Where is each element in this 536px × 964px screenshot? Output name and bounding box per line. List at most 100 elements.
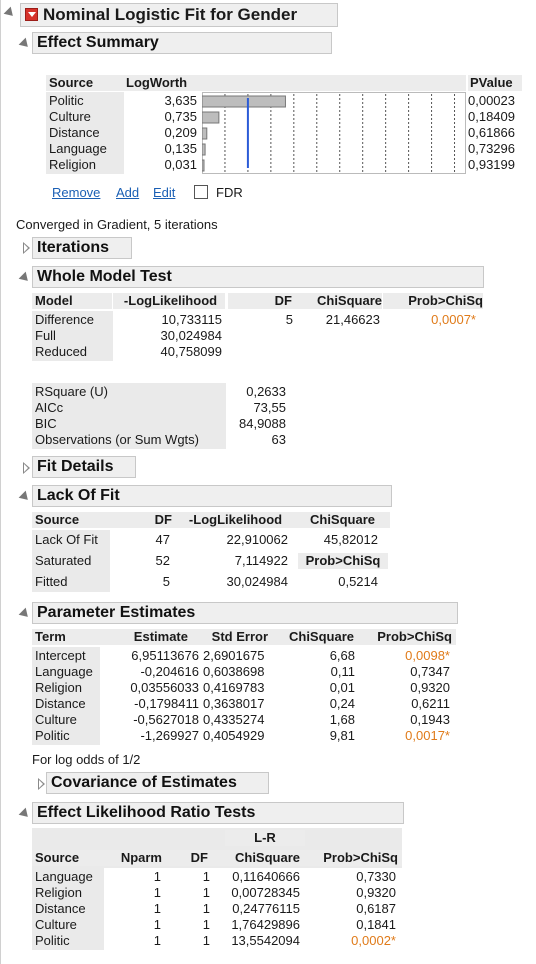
wm-prob: 0,0007* [431, 312, 476, 327]
wm-stat-label: RSquare (U) [35, 384, 108, 399]
lof-loglik: 30,024984 [226, 574, 288, 589]
lr-col-prob: Prob>ChiSq [304, 850, 402, 866]
pe-estimate: 6,95113676 [131, 648, 199, 663]
collapse-icon[interactable] [18, 271, 32, 285]
lof-loglik: 22,910062 [226, 532, 288, 547]
pe-col-term: Term [32, 629, 118, 645]
wm-model-difference: Difference [35, 312, 95, 327]
lof-source-saturated: Saturated [35, 553, 92, 568]
wm-col-df: DF [228, 293, 296, 309]
lr-nparm: 1 [153, 885, 161, 900]
pe-estimate: 0,03556033 [130, 680, 199, 695]
es-pvalue-value: 0,00023 [468, 93, 515, 108]
remove-link[interactable]: Remove [52, 185, 100, 200]
pe-col-prob: Prob>ChiSq [358, 629, 456, 645]
pe-stderr: 0,4169783 [203, 680, 265, 695]
pe-term-politic: Politic [35, 728, 70, 743]
pe-stderr: 2,6901675 [203, 648, 265, 663]
wm-stat-value: 63 [271, 432, 286, 447]
pe-estimate: -0,204616 [140, 664, 199, 679]
es-logworth-value: 0,735 [164, 109, 197, 124]
log-odds-note: For log odds of 1/2 [32, 752, 141, 767]
wm-df: 5 [285, 312, 293, 327]
pe-stderr: 0,4335274 [203, 712, 265, 727]
lr-prob: 0,7330 [356, 869, 396, 884]
pe-stderr: 0,3638017 [203, 696, 265, 711]
lr-nparm: 1 [153, 869, 161, 884]
lr-col-nparm: Nparm [106, 850, 166, 866]
wm-stat-value: 84,9088 [239, 416, 286, 431]
lr-prob: 0,6187 [356, 901, 396, 916]
lr-chisq: 13,5542094 [231, 933, 300, 948]
lof-df: 5 [162, 574, 170, 589]
es-col-bar [202, 75, 466, 91]
lof-loglik: 7,114922 [234, 553, 288, 568]
red-triangle-menu-icon[interactable] [25, 8, 38, 21]
whole-model-header[interactable]: Whole Model Test [32, 266, 484, 288]
lof-chisq: 0,5214 [338, 574, 378, 589]
lr-df: 1 [202, 869, 210, 884]
parameter-estimates-header[interactable]: Parameter Estimates [32, 602, 458, 624]
collapse-icon[interactable] [18, 490, 32, 504]
lack-of-fit-header[interactable]: Lack Of Fit [32, 485, 392, 507]
collapse-icon[interactable] [18, 37, 32, 51]
lr-source-language: Language [35, 869, 93, 884]
wm-stat-value: 0,2633 [246, 384, 286, 399]
logworth-bar-religion [202, 159, 205, 172]
es-pvalue-value: 0,73296 [468, 141, 515, 156]
expand-icon[interactable] [38, 778, 45, 790]
es-source-culture: Culture [49, 109, 91, 124]
es-col-source: Source [46, 75, 127, 91]
lr-prob: 0,9320 [356, 885, 396, 900]
collapse-icon[interactable] [18, 807, 32, 821]
iterations-header[interactable]: Iterations [32, 237, 132, 259]
effect-summary-header[interactable]: Effect Summary [32, 32, 332, 54]
es-logworth-value: 0,209 [164, 125, 197, 140]
lr-chisq: 1,76429896 [231, 917, 300, 932]
outline-border [0, 0, 1, 964]
wm-model-reduced: Reduced [35, 344, 88, 359]
es-source-politic: Politic [49, 93, 84, 108]
lof-prob-header: Prob>ChiSq [298, 553, 388, 569]
wm-stat-label: Observations (or Sum Wgts) [35, 432, 199, 447]
lof-source-lack-of-fit: Lack Of Fit [35, 532, 98, 547]
wm-stat-value: 73,55 [253, 400, 286, 415]
covariance-header[interactable]: Covariance of Estimates [46, 772, 269, 794]
lr-source-culture: Culture [35, 917, 77, 932]
pe-stderr: 0,4054929 [203, 728, 265, 743]
lr-label: L-R [225, 830, 305, 846]
es-col-logworth: LogWorth [124, 75, 202, 91]
collapse-icon[interactable] [18, 607, 32, 621]
pe-estimate: -0,1798411 [134, 696, 199, 711]
report-title: Nominal Logistic Fit for Gender [43, 5, 298, 24]
pe-term-language: Language [35, 664, 93, 679]
fit-details-header[interactable]: Fit Details [32, 456, 136, 478]
add-link[interactable]: Add [116, 185, 139, 200]
pe-chisq: 1,68 [329, 712, 355, 727]
fdr-checkbox[interactable] [194, 185, 208, 199]
lr-source-religion: Religion [35, 885, 82, 900]
edit-link[interactable]: Edit [153, 185, 175, 200]
pe-prob: 0,0017* [405, 728, 450, 743]
pe-prob: 0,9320 [410, 680, 450, 695]
expand-icon[interactable] [23, 242, 30, 254]
pe-term-distance: Distance [35, 696, 86, 711]
collapse-icon[interactable] [3, 6, 17, 20]
lr-df: 1 [202, 933, 210, 948]
es-source-language: Language [49, 141, 107, 156]
expand-icon[interactable] [23, 462, 30, 474]
pe-chisq: 0,24 [329, 696, 355, 711]
pe-estimate: -0,5627018 [133, 712, 199, 727]
es-pvalue-value: 0,61866 [468, 125, 515, 140]
lr-nparm: 1 [153, 901, 161, 916]
lr-col-df: DF [166, 850, 212, 866]
pe-chisq: 0,11 [330, 664, 355, 679]
wm-loglik: 30,024984 [160, 328, 222, 343]
pe-chisq: 9,81 [329, 728, 355, 743]
lr-df: 1 [202, 885, 210, 900]
effect-lr-header[interactable]: Effect Likelihood Ratio Tests [32, 802, 404, 824]
fdr-label: FDR [216, 185, 243, 200]
lr-chisq: 0,00728345 [231, 885, 300, 900]
es-logworth-value: 3,635 [164, 93, 197, 108]
lr-df: 1 [202, 917, 210, 932]
